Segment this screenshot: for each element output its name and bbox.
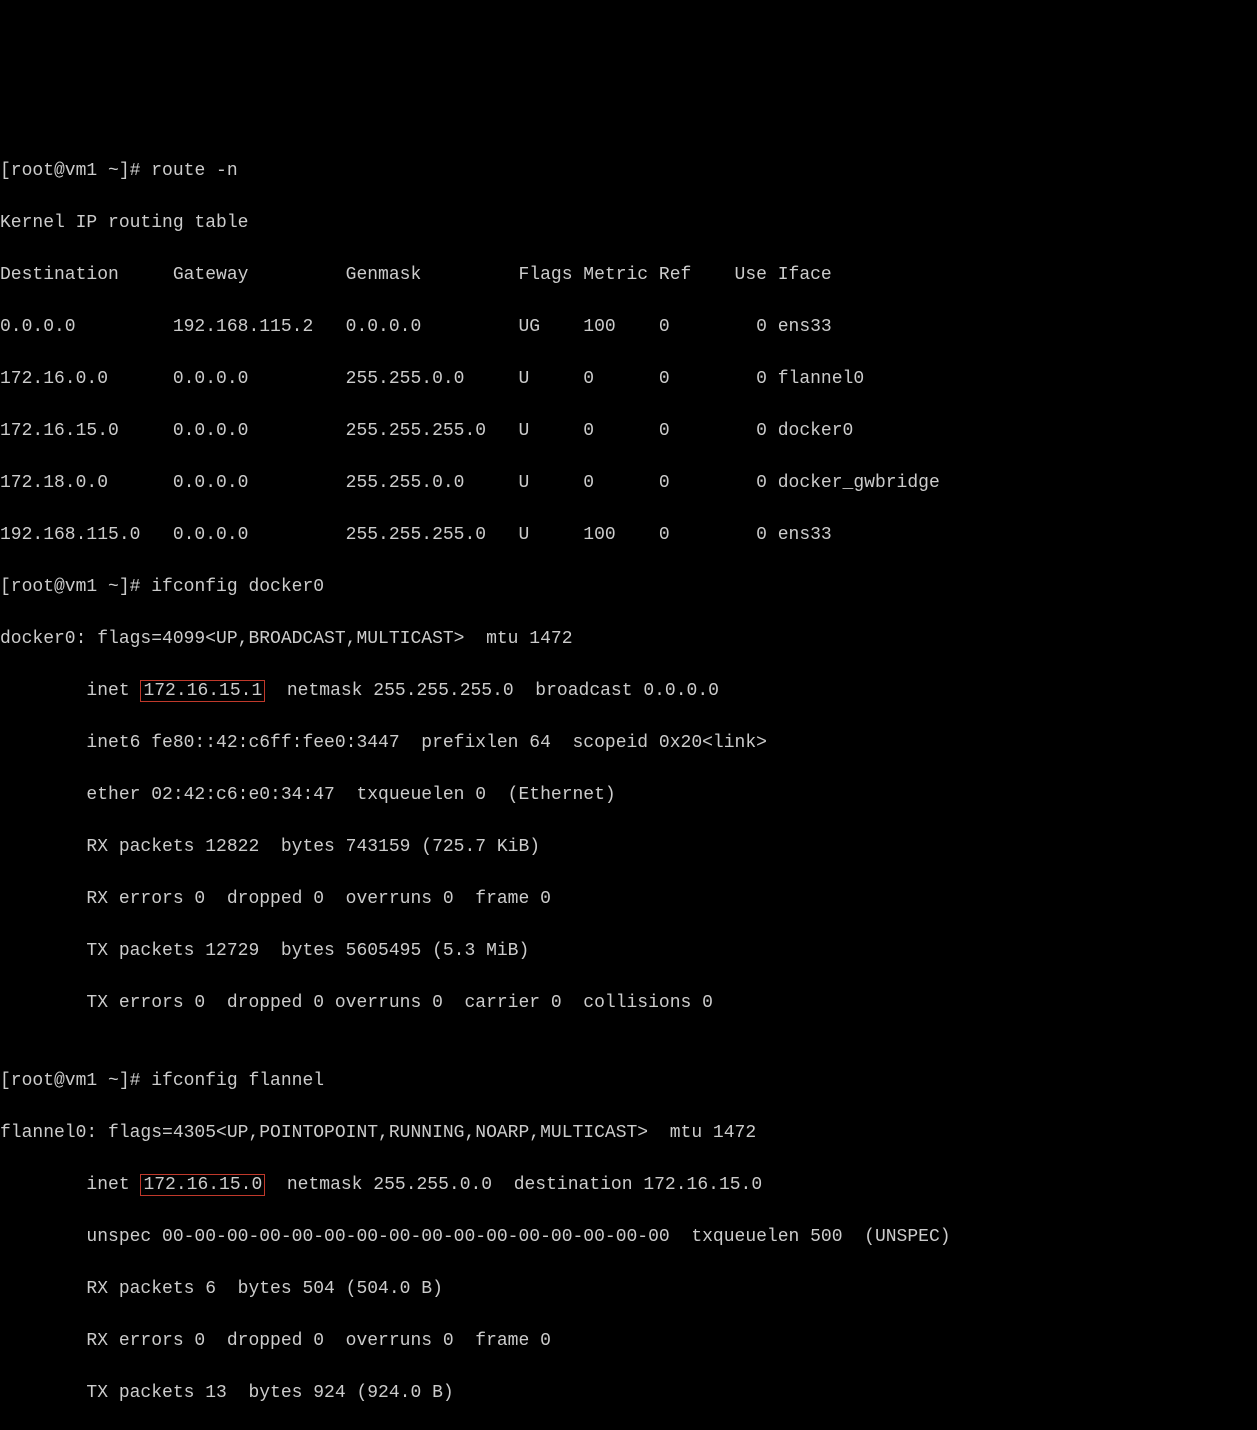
command: ifconfig docker0 (151, 577, 324, 597)
route-header: Destination Gateway Genmask Flags Metric… (0, 262, 1257, 288)
command: route -n (151, 161, 237, 181)
text: netmask 255.255.0.0 destination 172.16.1… (265, 1175, 762, 1195)
route-row: 0.0.0.0 192.168.115.2 0.0.0.0 UG 100 0 0… (0, 314, 1257, 340)
route-row: 172.18.0.0 0.0.0.0 255.255.0.0 U 0 0 0 d… (0, 470, 1257, 496)
ifconfig-line: RX packets 6 bytes 504 (504.0 B) (0, 1276, 1257, 1302)
text: inet (0, 1175, 140, 1195)
ifconfig-line: RX packets 12822 bytes 743159 (725.7 KiB… (0, 834, 1257, 860)
highlighted-ip: 172.16.15.0 (140, 1174, 265, 1196)
ifconfig-line: flannel0: flags=4305<UP,POINTOPOINT,RUNN… (0, 1120, 1257, 1146)
command-line: [root@vm1 ~]# route -n (0, 158, 1257, 184)
ifconfig-line: inet6 fe80::42:c6ff:fee0:3447 prefixlen … (0, 730, 1257, 756)
ifconfig-line: RX errors 0 dropped 0 overruns 0 frame 0 (0, 1328, 1257, 1354)
terminal[interactable]: [root@vm1 ~]# route -n Kernel IP routing… (0, 130, 1257, 1430)
ifconfig-line: TX packets 12729 bytes 5605495 (5.3 MiB) (0, 938, 1257, 964)
ifconfig-line: TX packets 13 bytes 924 (924.0 B) (0, 1380, 1257, 1406)
prompt: [root@vm1 ~]# (0, 161, 151, 181)
ifconfig-line: docker0: flags=4099<UP,BROADCAST,MULTICA… (0, 626, 1257, 652)
ifconfig-line: unspec 00-00-00-00-00-00-00-00-00-00-00-… (0, 1224, 1257, 1250)
command-line: [root@vm1 ~]# ifconfig docker0 (0, 574, 1257, 600)
command-line: [root@vm1 ~]# ifconfig flannel (0, 1068, 1257, 1094)
text: inet (0, 681, 140, 701)
ifconfig-line: TX errors 0 dropped 0 overruns 0 carrier… (0, 990, 1257, 1016)
prompt: [root@vm1 ~]# (0, 1071, 151, 1091)
route-row: 172.16.0.0 0.0.0.0 255.255.0.0 U 0 0 0 f… (0, 366, 1257, 392)
highlighted-ip: 172.16.15.1 (140, 680, 265, 702)
route-row: 172.16.15.0 0.0.0.0 255.255.255.0 U 0 0 … (0, 418, 1257, 444)
text: netmask 255.255.255.0 broadcast 0.0.0.0 (265, 681, 719, 701)
ifconfig-line: inet 172.16.15.1 netmask 255.255.255.0 b… (0, 678, 1257, 704)
command: ifconfig flannel (151, 1071, 324, 1091)
prompt: [root@vm1 ~]# (0, 577, 151, 597)
ifconfig-line: ether 02:42:c6:e0:34:47 txqueuelen 0 (Et… (0, 782, 1257, 808)
route-row: 192.168.115.0 0.0.0.0 255.255.255.0 U 10… (0, 522, 1257, 548)
ifconfig-line: RX errors 0 dropped 0 overruns 0 frame 0 (0, 886, 1257, 912)
route-title: Kernel IP routing table (0, 210, 1257, 236)
ifconfig-line: inet 172.16.15.0 netmask 255.255.0.0 des… (0, 1172, 1257, 1198)
